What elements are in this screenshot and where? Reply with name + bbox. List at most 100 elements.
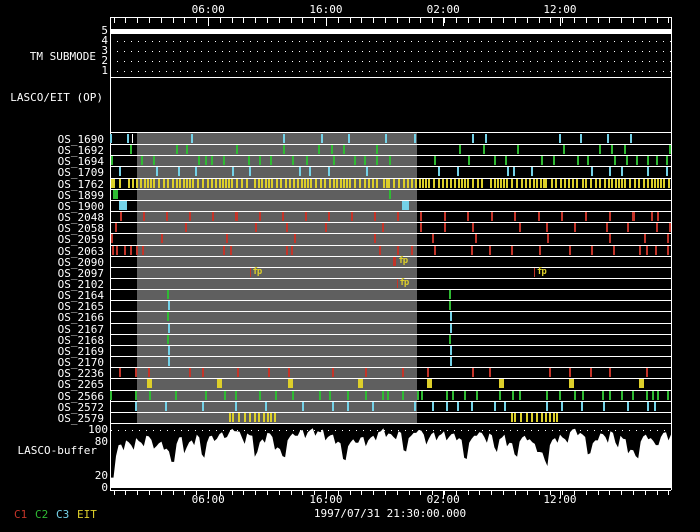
event-tick	[156, 167, 158, 176]
hour-tick-bottom	[373, 491, 374, 495]
event-tick	[452, 391, 454, 400]
hour-tick-top	[645, 18, 646, 23]
event-tick-dense	[529, 179, 531, 188]
hour-tick-top	[114, 18, 115, 23]
hour-tick-bottom	[621, 491, 622, 495]
event-tick-dense	[368, 179, 370, 188]
event-tick	[519, 391, 521, 400]
event-tick	[332, 368, 334, 377]
event-tick-dense	[555, 179, 557, 188]
event-tick	[189, 212, 191, 221]
row-separator	[110, 378, 671, 379]
event-tick	[591, 167, 593, 176]
event-tick-dense	[442, 179, 444, 188]
event-tick-dense	[215, 179, 217, 188]
event-tick	[189, 368, 191, 377]
event-tick	[646, 391, 648, 400]
event-tick-dense	[364, 179, 366, 188]
event-tick-dense	[419, 179, 421, 188]
event-tick	[414, 402, 416, 411]
event-tick	[539, 246, 541, 255]
event-tick-dense	[270, 413, 272, 422]
row-separator	[110, 222, 671, 223]
event-tick	[569, 246, 571, 255]
event-tick-dense	[289, 179, 291, 188]
event-tick	[111, 234, 113, 243]
hour-tick-top	[373, 18, 374, 23]
event-tick-dense	[388, 179, 390, 188]
event-tick-dense	[572, 179, 574, 188]
event-tick	[559, 134, 561, 143]
row-separator	[110, 401, 671, 402]
hour-tick-top	[267, 18, 268, 23]
event-tick-dense	[333, 179, 335, 188]
hour-tick-top	[397, 18, 398, 23]
event-tick-dense	[346, 179, 348, 188]
event-tick	[374, 212, 376, 221]
event-tick	[116, 246, 118, 255]
event-tick	[112, 246, 114, 255]
date-stamp: 1997/07/31 21:30:00.000	[314, 507, 466, 520]
event-tick	[270, 156, 272, 165]
event-tick	[393, 257, 396, 266]
row-separator	[110, 256, 671, 257]
event-tick	[321, 134, 323, 143]
event-tick-dense	[128, 179, 130, 188]
event-tick	[494, 402, 496, 411]
row-separator	[110, 311, 671, 312]
event-tick-dense	[222, 179, 224, 188]
event-tick	[609, 391, 611, 400]
event-tick	[549, 368, 551, 377]
event-tick-dense	[454, 179, 456, 188]
event-tick	[472, 223, 474, 232]
event-tick-dense	[258, 413, 260, 422]
event-tick	[230, 246, 232, 255]
time-label-top-2: 02:00	[427, 3, 460, 16]
event-tick-dense	[229, 413, 231, 422]
event-tick-dense	[304, 179, 306, 188]
hour-tick-bottom	[527, 491, 528, 495]
event-tick	[574, 391, 576, 400]
event-tick	[507, 167, 509, 176]
event-tick-dense	[340, 179, 342, 188]
event-tick	[250, 268, 251, 277]
event-tick-dense	[660, 179, 662, 188]
event-tick-dense	[590, 179, 592, 188]
hour-tick-bottom	[668, 491, 669, 495]
row-label-os_2265: OS_2265	[0, 379, 104, 390]
event-tick	[364, 156, 366, 165]
event-tick	[569, 379, 574, 388]
event-tick	[626, 156, 628, 165]
event-tick	[669, 223, 671, 232]
event-tick-dense	[407, 179, 409, 188]
event-tick	[111, 156, 113, 165]
legend-c2: C2	[35, 509, 48, 520]
event-tick	[514, 212, 516, 221]
event-tick	[255, 223, 257, 232]
event-tick-dense	[349, 179, 351, 188]
event-tick	[621, 167, 623, 176]
hour-tick-top	[668, 18, 669, 23]
hour-tick-bottom	[149, 491, 150, 495]
event-tick	[387, 391, 389, 400]
row-separator	[110, 278, 671, 279]
event-tick-dense	[494, 179, 496, 188]
event-tick	[646, 246, 648, 255]
event-tick	[217, 379, 222, 388]
hour-tick-top	[361, 18, 362, 23]
event-tick	[666, 167, 668, 176]
event-tick	[291, 246, 293, 255]
major-tick-top	[443, 18, 444, 26]
event-tick-dense	[651, 179, 653, 188]
event-tick	[302, 402, 304, 411]
event-tick-dense	[315, 179, 317, 188]
event-tick-dense	[536, 179, 538, 188]
hour-tick-bottom	[633, 491, 634, 495]
event-tick-dense	[604, 179, 606, 188]
event-tick	[275, 391, 277, 400]
event-tick	[647, 167, 649, 176]
hour-tick-top	[539, 18, 540, 23]
buffer-ytick-0: 0	[60, 482, 108, 493]
hour-tick-bottom	[385, 491, 386, 495]
event-tick-dense	[238, 413, 240, 422]
